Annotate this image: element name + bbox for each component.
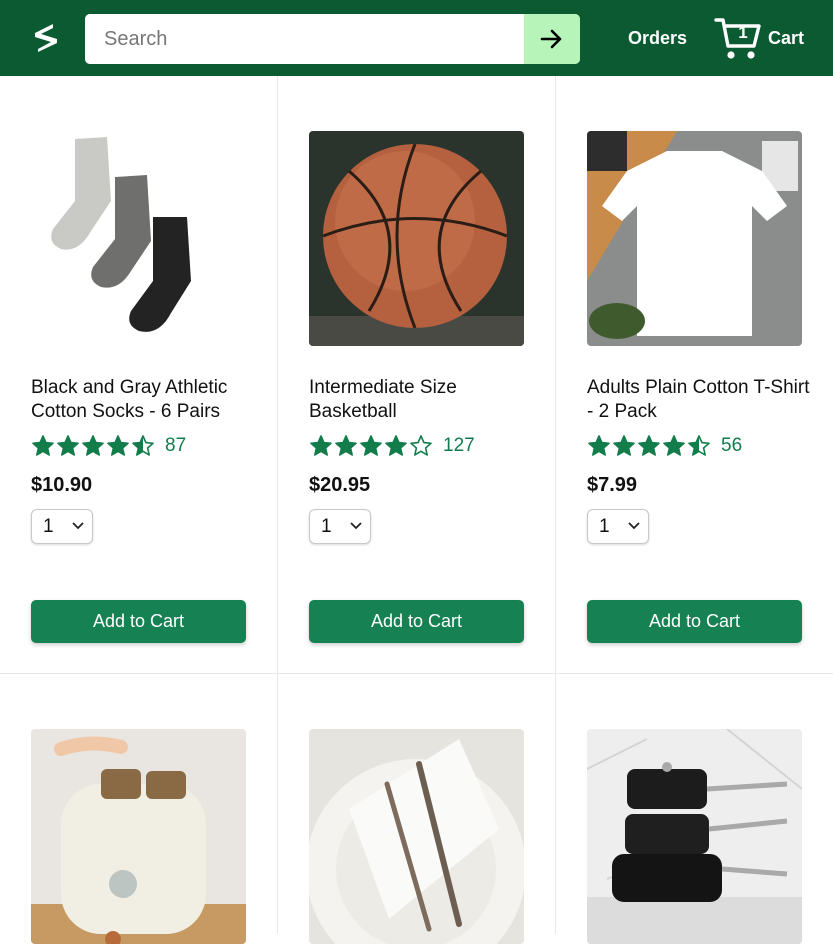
product-rating: 127 [309,434,475,458]
quantity-value: 1 [599,515,610,537]
product-card [556,674,833,944]
product-image[interactable] [587,131,802,346]
chevron-down-icon [628,522,640,530]
product-grid: Black and Gray Athletic Cotton Socks - 6… [0,76,833,944]
product-price: $7.99 [587,474,638,496]
star-icon [107,435,129,456]
star-rating [587,434,711,458]
star-icon [32,435,54,456]
rating-count: 56 [721,435,743,456]
star-icon [82,435,104,456]
star-icon [688,435,710,456]
product-card [0,674,278,944]
socks-icon [31,131,246,346]
star-icon [57,435,79,456]
star-icon [385,435,407,456]
t-shirt-icon [587,131,802,346]
product-price: $20.95 [309,474,371,496]
toaster-icon [31,729,246,944]
logo-icon[interactable] [31,21,61,55]
quantity-value: 1 [321,515,332,537]
quantity-select[interactable]: 1 [31,509,93,544]
cart-count-badge: 1 [738,23,748,42]
chevron-down-icon [72,522,84,530]
product-image[interactable] [587,729,802,944]
rating-count: 127 [443,435,475,456]
star-icon [335,435,357,456]
star-icon [310,435,332,456]
plate-cutlery-icon [309,729,524,944]
search-input[interactable] [85,14,524,64]
product-rating: 56 [587,434,742,458]
product-card: Intermediate Size Basketball 127 $20.95 … [278,76,556,674]
star-rating [31,434,155,458]
product-card [278,674,556,944]
product-title[interactable]: Adults Plain Cotton T-Shirt - 2 Pack [587,376,812,424]
product-image[interactable] [309,729,524,944]
product-rating: 87 [31,434,186,458]
add-to-cart-button[interactable]: Add to Cart [31,600,246,643]
product-price: $10.90 [31,474,93,496]
cart-label: Cart [768,28,805,48]
star-rating [309,434,433,458]
product-card: Adults Plain Cotton T-Shirt - 2 Pack 56 … [556,76,833,674]
add-to-cart-button[interactable]: Add to Cart [587,600,802,643]
star-icon [638,435,660,456]
search-bar [85,14,580,64]
star-icon [588,435,610,456]
product-card: Black and Gray Athletic Cotton Socks - 6… [0,76,278,674]
top-header: Orders 1 Cart [0,0,833,76]
star-icon [613,435,635,456]
rating-count: 87 [165,435,187,456]
star-icon [410,435,432,456]
quantity-select[interactable]: 1 [309,509,371,544]
arrow-right-icon [540,29,562,49]
orders-link[interactable]: Orders [628,28,687,49]
product-image[interactable] [309,131,524,346]
add-to-cart-button[interactable]: Add to Cart [309,600,524,643]
product-title[interactable]: Intermediate Size Basketball [309,376,534,424]
chevron-down-icon [350,522,362,530]
star-icon [132,435,154,456]
product-image[interactable] [31,131,246,346]
star-icon [663,435,685,456]
quantity-value: 1 [43,515,54,537]
cookware-icon [587,729,802,944]
basketball-icon [309,131,524,346]
cart-link[interactable]: 1 Cart [714,16,814,62]
quantity-select[interactable]: 1 [587,509,649,544]
product-image[interactable] [31,729,246,944]
product-title[interactable]: Black and Gray Athletic Cotton Socks - 6… [31,376,256,424]
star-icon [360,435,382,456]
search-button[interactable] [524,14,580,64]
